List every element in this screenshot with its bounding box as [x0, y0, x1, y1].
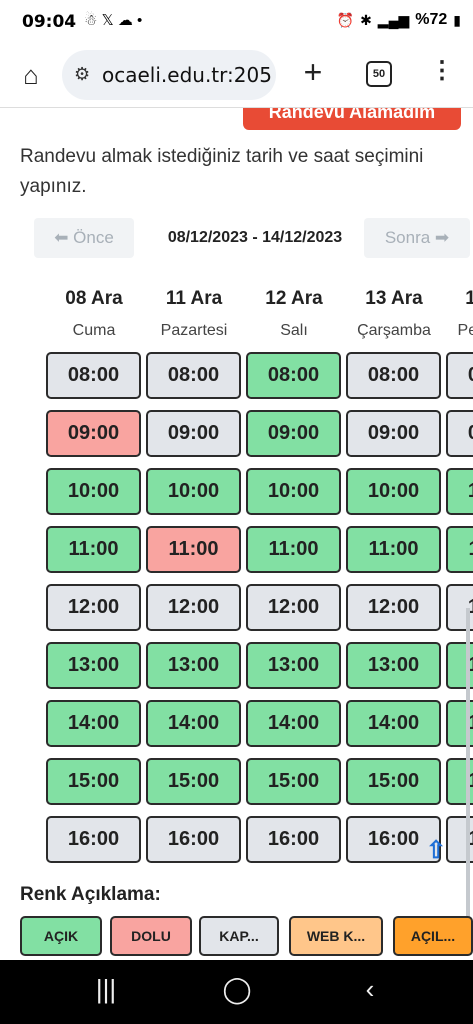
time-slot-kapali[interactable]: 08:00	[146, 352, 241, 399]
battery-level: %72	[415, 11, 448, 28]
day-weekday: Pazartesi	[160, 322, 228, 339]
arrow-left-icon: ⬅	[54, 228, 74, 247]
notification-icons: ☃ 𝕏 ☁ •	[84, 12, 143, 29]
date-range: 08/12/2023 - 14/12/2023	[167, 229, 343, 246]
day-weekday: Salı	[280, 322, 308, 339]
time-slot-acik[interactable]: 15:00	[146, 758, 241, 805]
status-bar: 09:04 ☃ 𝕏 ☁ • ⏰ ✱ ▂▄▆ %72 ▮	[0, 0, 473, 44]
scrollbar[interactable]	[466, 608, 470, 948]
time-slot-kapali[interactable]: 12:00	[346, 584, 441, 631]
day-date: 13 Ara	[365, 288, 423, 309]
time-slot-kapali[interactable]: 16:00	[46, 816, 141, 863]
next-label: Sonra	[384, 228, 431, 247]
day-header: 13 Ara Çarşamba	[344, 288, 444, 340]
day-date: 12 Ara	[265, 288, 323, 309]
day-date: 11 Ara	[165, 288, 223, 309]
randevu-alamadim-button[interactable]: Randevu Alamadım	[243, 108, 461, 130]
system-icons: ⏰ ✱ ▂▄▆ %72 ▮	[337, 11, 461, 29]
time-slot-kapali[interactable]: 09:00	[146, 410, 241, 457]
recent-apps-icon[interactable]: |||	[86, 974, 126, 1005]
time-slot-acik[interactable]: 13:00	[46, 642, 141, 689]
page-content: Randevu Alamadım Randevu almak istediğin…	[0, 108, 473, 960]
day-weekday: Perşembe	[457, 322, 473, 339]
previous-week-button[interactable]: ⬅ Önce	[34, 218, 134, 258]
arrow-up-icon[interactable]: ⇧	[426, 836, 446, 865]
legend-title: Renk Açıklama:	[20, 884, 161, 905]
system-navigation: ||| ◯ ‹	[0, 960, 473, 1024]
time-slot-acik[interactable]: 11:00	[446, 526, 473, 573]
legend-item: KAP...	[199, 916, 279, 956]
legend-item: DOLU	[110, 916, 192, 956]
day-date: 08 Ara	[65, 288, 123, 309]
time-slot-acik[interactable]: 10:00	[46, 468, 141, 515]
time-slot-acik[interactable]: 11:00	[46, 526, 141, 573]
url-text[interactable]: ocaeli.edu.tr:20508	[102, 63, 272, 87]
tabs-button[interactable]: 50	[366, 61, 392, 87]
time-slot-acik[interactable]: 10:00	[246, 468, 341, 515]
time-slot-acik[interactable]: 13:00	[146, 642, 241, 689]
plus-icon[interactable]: +	[298, 54, 328, 91]
day-header: 12 Ara Salı	[244, 288, 344, 340]
time-slot-acik[interactable]: 10:00	[446, 468, 473, 515]
time-slot-acik[interactable]: 09:00	[246, 410, 341, 457]
back-icon[interactable]: ‹	[350, 974, 390, 1005]
address-bar[interactable]: ⚙ ocaeli.edu.tr:20508	[62, 50, 276, 100]
time-slot-kapali[interactable]: 16:00	[146, 816, 241, 863]
instruction-text: Randevu almak istediğiniz tarih ve saat …	[20, 146, 424, 197]
battery-icon: ▮	[453, 11, 461, 28]
bluetooth-icon: ✱	[360, 11, 372, 28]
home-icon[interactable]: ⌂	[14, 58, 48, 92]
time-slot-acik[interactable]: 11:00	[246, 526, 341, 573]
time-slot-kapali[interactable]: 08:00	[46, 352, 141, 399]
tune-icon[interactable]: ⚙	[74, 64, 90, 85]
browser-toolbar: ⌂ ⚙ ocaeli.edu.tr:20508 + 50 ⋮	[0, 44, 473, 108]
legend-item: WEB K...	[289, 916, 383, 956]
day-date: 14 Ara	[465, 288, 473, 309]
time-slot-kapali[interactable]: 09:00	[446, 410, 473, 457]
time-slot-acik[interactable]: 08:00	[246, 352, 341, 399]
alarm-icon: ⏰	[336, 11, 355, 28]
day-header: 11 Ara Pazartesi	[144, 288, 244, 340]
home-nav-icon[interactable]: ◯	[217, 974, 257, 1005]
more-vert-icon[interactable]: ⋮	[430, 56, 454, 85]
time-slot-acik[interactable]: 13:00	[246, 642, 341, 689]
day-header: 14 Ara Perşembe	[444, 288, 473, 340]
status-time: 09:04	[22, 12, 77, 32]
time-slot-kapali[interactable]: 09:00	[346, 410, 441, 457]
time-slot-dolu[interactable]: 11:00	[146, 526, 241, 573]
time-slot-kapali[interactable]: 16:00	[246, 816, 341, 863]
signal-icon: ▂▄▆	[377, 11, 410, 28]
time-slot-kapali[interactable]: 12:00	[146, 584, 241, 631]
time-slot-acik[interactable]: 14:00	[346, 700, 441, 747]
time-slot-acik[interactable]: 14:00	[246, 700, 341, 747]
time-slot-acik[interactable]: 14:00	[146, 700, 241, 747]
day-weekday: Çarşamba	[357, 322, 431, 339]
time-slot-acik[interactable]: 10:00	[146, 468, 241, 515]
time-slot-acik[interactable]: 15:00	[346, 758, 441, 805]
time-slot-kapali[interactable]: 12:00	[246, 584, 341, 631]
time-slot-acik[interactable]: 15:00	[246, 758, 341, 805]
day-header: 08 Ara Cuma	[44, 288, 144, 340]
legend-item: AÇIL...	[393, 916, 473, 956]
time-slot-kapali[interactable]: 08:00	[446, 352, 473, 399]
time-slot-acik[interactable]: 10:00	[346, 468, 441, 515]
arrow-right-icon: ➡	[430, 228, 450, 247]
legend-item: AÇIK	[20, 916, 102, 956]
time-slot-dolu[interactable]: 09:00	[46, 410, 141, 457]
time-slot-kapali[interactable]: 12:00	[46, 584, 141, 631]
day-weekday: Cuma	[72, 322, 116, 339]
time-slot-acik[interactable]: 15:00	[46, 758, 141, 805]
time-slot-acik[interactable]: 14:00	[46, 700, 141, 747]
time-slot-kapali[interactable]: 08:00	[346, 352, 441, 399]
time-slot-acik[interactable]: 13:00	[346, 642, 441, 689]
next-week-button[interactable]: Sonra ➡	[364, 218, 470, 258]
time-slot-acik[interactable]: 11:00	[346, 526, 441, 573]
prev-label: Önce	[73, 228, 114, 247]
